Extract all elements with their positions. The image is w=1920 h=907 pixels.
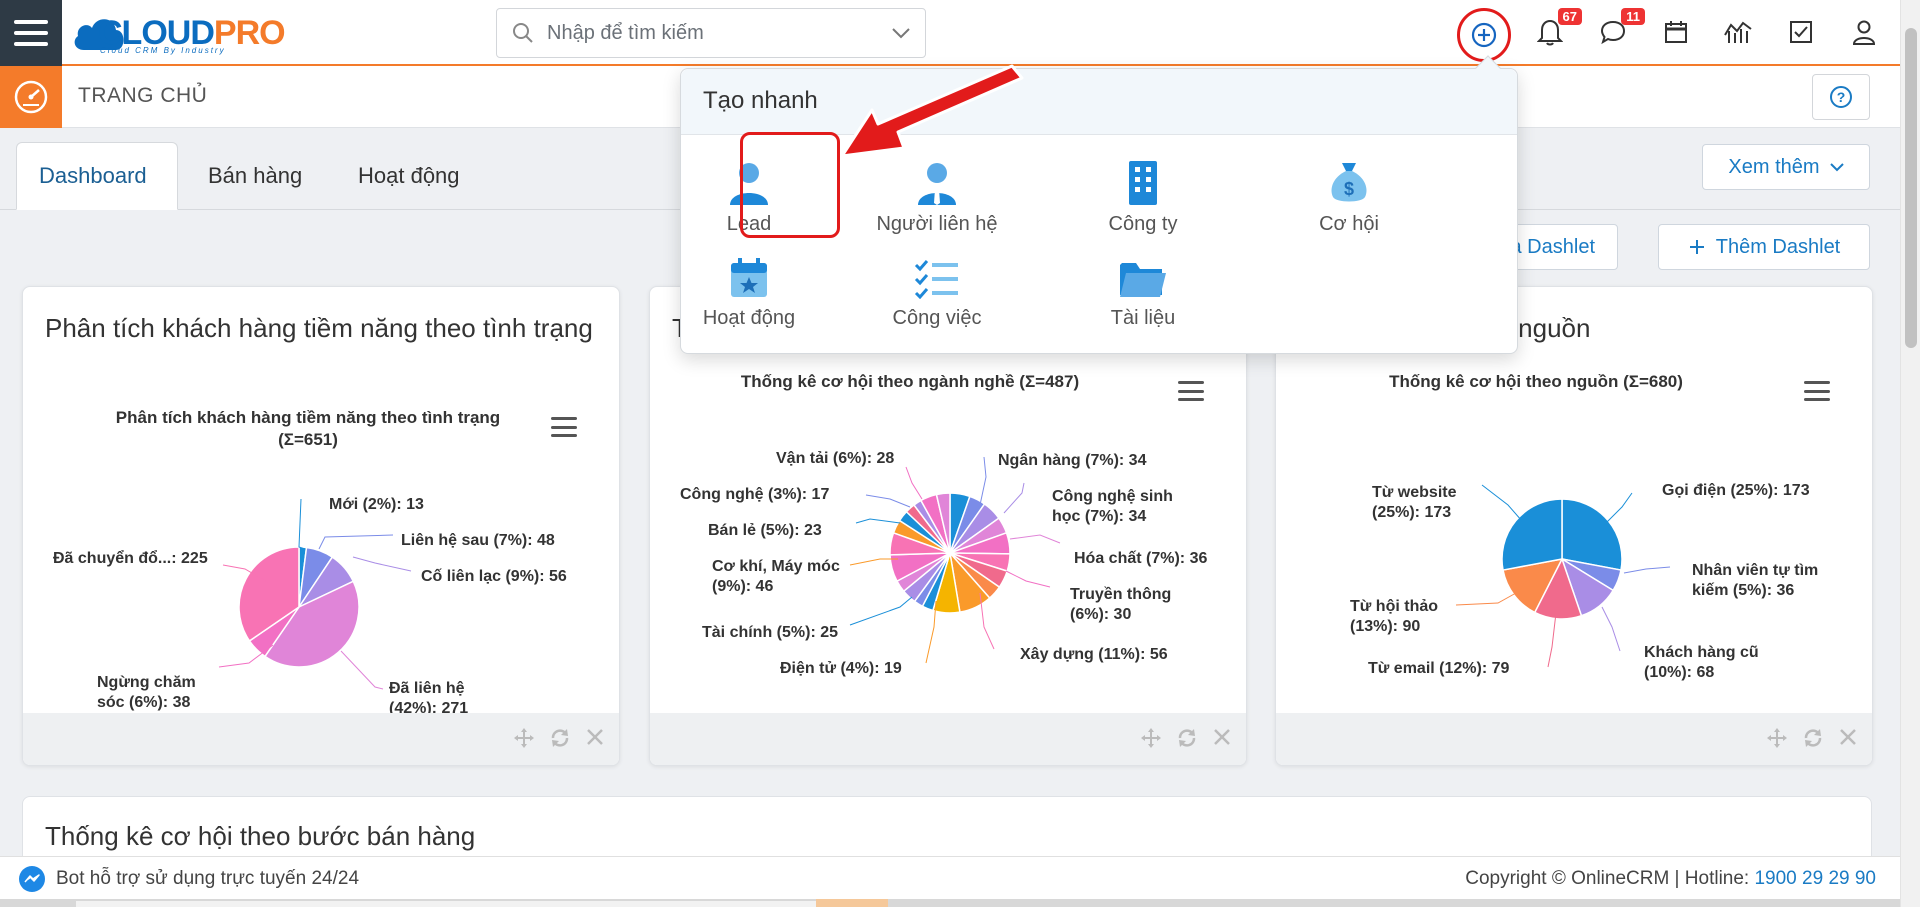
annotation-arrow-icon bbox=[840, 64, 1024, 158]
